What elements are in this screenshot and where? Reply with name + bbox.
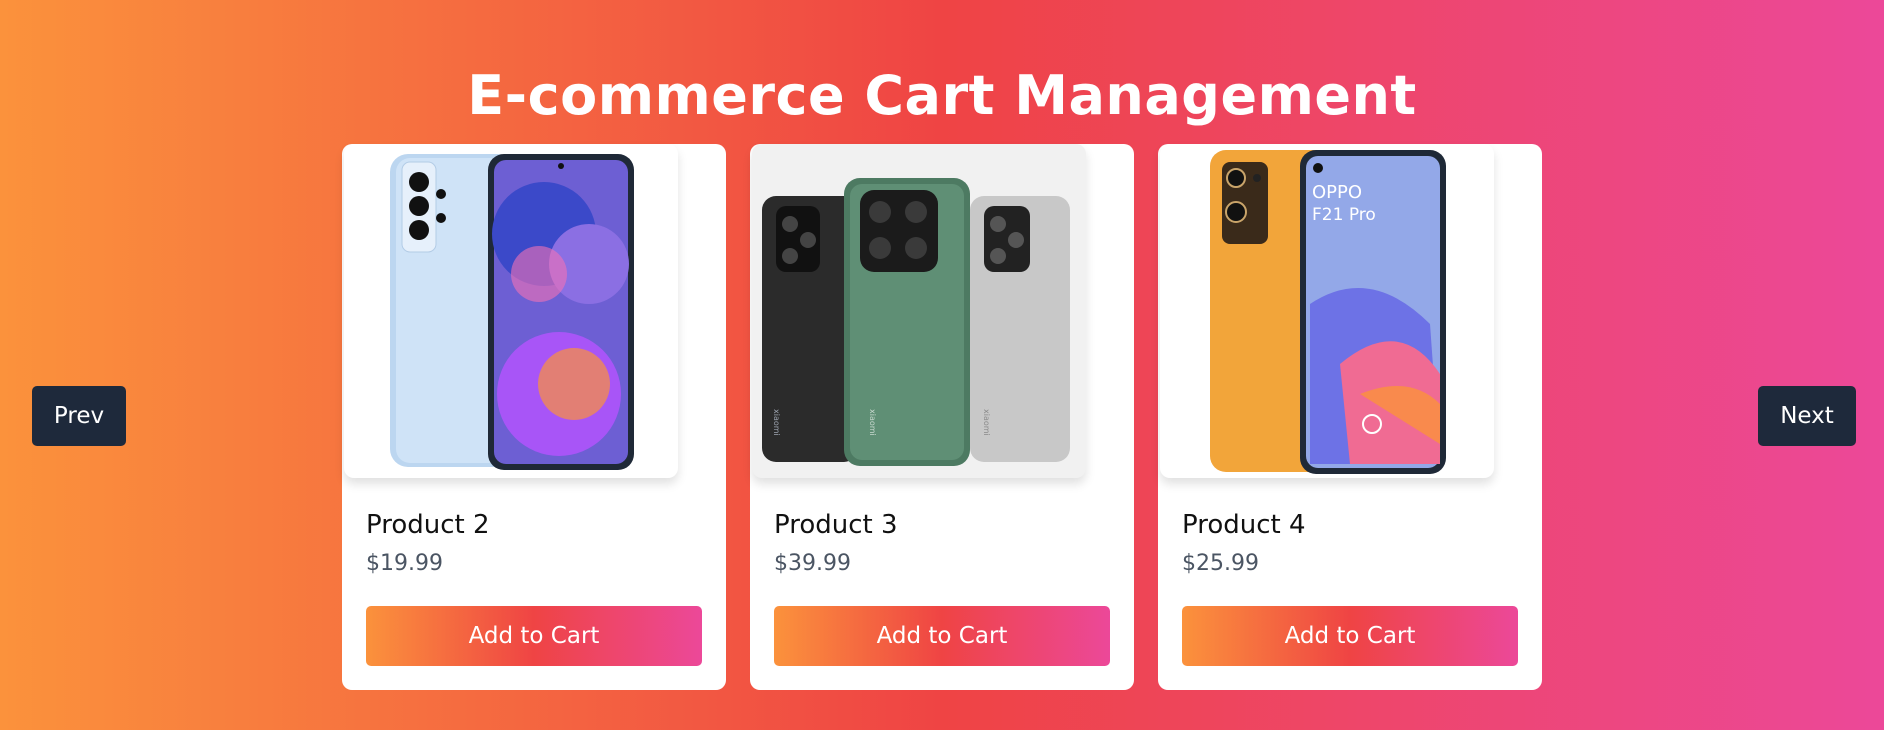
add-to-cart-button[interactable]: Add to Cart [774,606,1110,666]
brand-label: xiaomi [868,409,877,436]
product-name: Product 2 [366,510,490,540]
product-price: $39.99 [774,551,851,576]
model-label: F21 Pro [1312,205,1376,225]
brand-label: xiaomi [772,409,781,436]
brand-label: OPPO [1312,182,1362,203]
product-image: OPPO F21 Pro [1160,144,1494,478]
product-image [344,144,678,478]
prev-button[interactable]: Prev [32,386,126,446]
product-name: Product 4 [1182,510,1306,540]
next-button[interactable]: Next [1758,386,1856,446]
product-image: xiaomi xiaomi xiaomi [752,144,1086,478]
page-title: E-commerce Cart Management [467,64,1417,128]
add-to-cart-button[interactable]: Add to Cart [1182,606,1518,666]
product-card: xiaomi xiaomi xiaomi Product 3 $39.99 Ad… [750,144,1134,690]
brand-label: xiaomi [982,409,991,436]
add-to-cart-button[interactable]: Add to Cart [366,606,702,666]
product-name: Product 3 [774,510,898,540]
product-card: Product 2 $19.99 Add to Cart [342,144,726,690]
product-price: $25.99 [1182,551,1259,576]
product-card: OPPO F21 Pro Product 4 $25.99 Add to Car… [1158,144,1542,690]
product-price: $19.99 [366,551,443,576]
